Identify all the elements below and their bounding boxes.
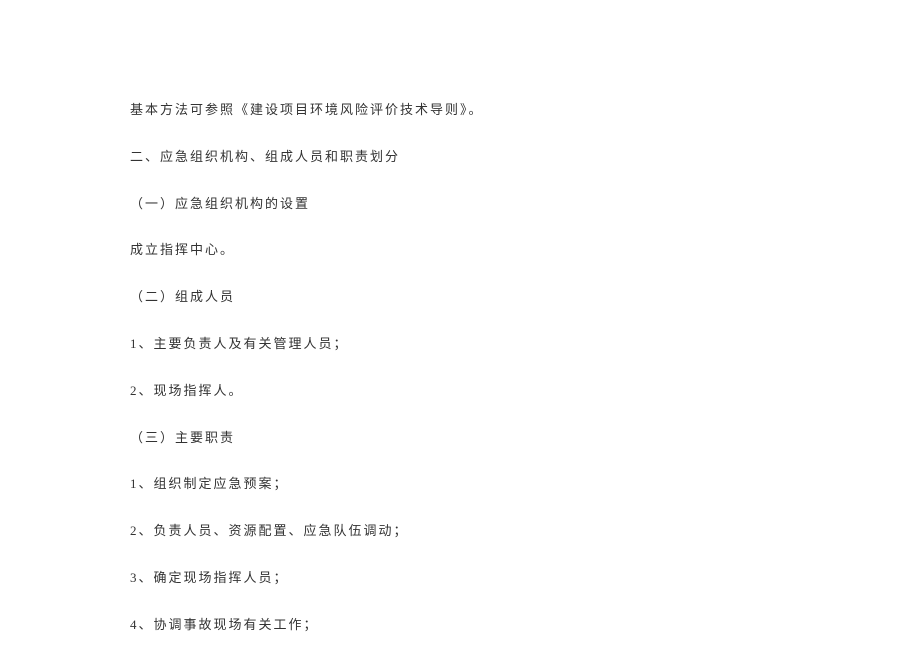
section-heading: 二、应急组织机构、组成人员和职责划分 [130,147,790,168]
list-item: 2、负责人员、资源配置、应急队伍调动； [130,521,790,542]
list-item: 1、组织制定应急预案； [130,474,790,495]
list-item: 2、现场指挥人。 [130,381,790,402]
list-item: 1、主要负责人及有关管理人员； [130,334,790,355]
subsection-heading: （一）应急组织机构的设置 [130,194,790,215]
list-item: 3、确定现场指挥人员； [130,568,790,589]
document-page: 基本方法可参照《建设项目环境风险评价技术导则》。 二、应急组织机构、组成人员和职… [130,100,790,636]
list-item: 4、协调事故现场有关工作； [130,615,790,636]
subsection-heading: （三）主要职责 [130,428,790,449]
body-text-line: 基本方法可参照《建设项目环境风险评价技术导则》。 [130,100,790,121]
subsection-heading: （二）组成人员 [130,287,790,308]
body-text-line: 成立指挥中心。 [130,240,790,261]
